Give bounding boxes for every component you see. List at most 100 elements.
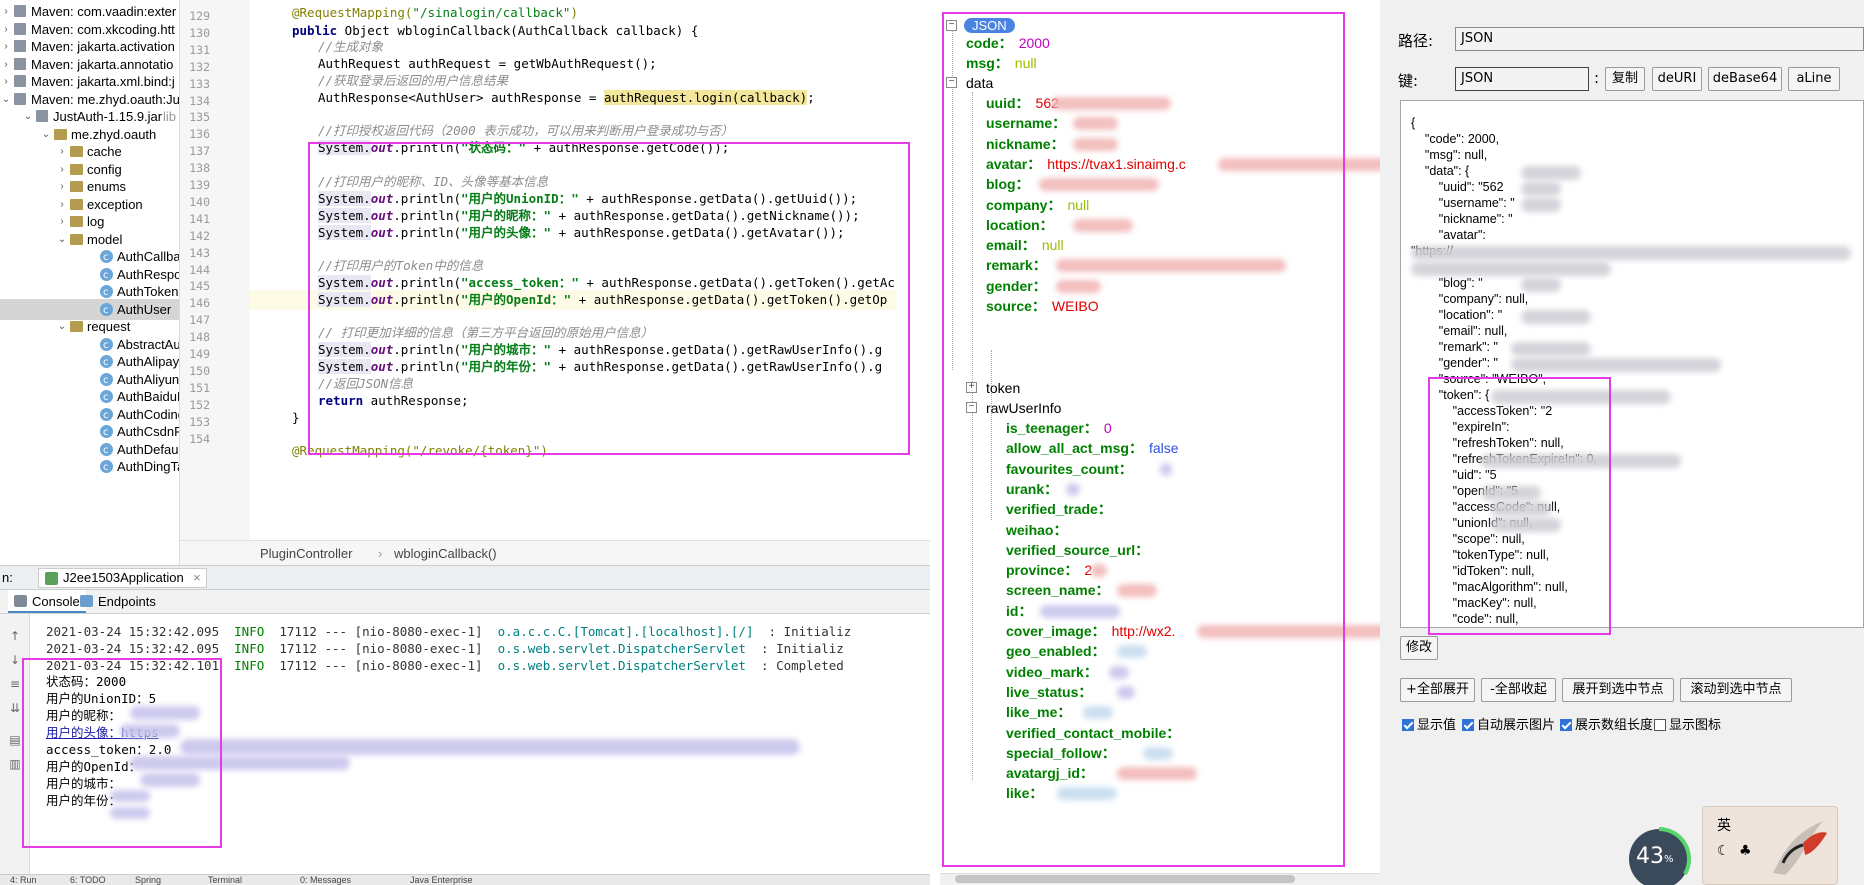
library-icon [14,40,26,52]
json-text-line: "data": { [1411,164,1470,178]
array-length-label: 展示数组长度 [1575,718,1654,733]
copy-button[interactable]: 复制 [1605,67,1645,91]
show-value-checkbox[interactable]: 显示值 [1402,717,1456,735]
log-cat: o.a.c.c.C.[Tomcat].[localhost].[/] [497,624,754,639]
debase64-button[interactable]: deBase64 [1708,67,1782,91]
bottom-toolwindow-bar: 4: Run 6: TODO Spring Terminal 0: Messag… [0,874,930,885]
collapse-all-button[interactable]: -全部收起 [1481,678,1556,702]
breadcrumb: PluginController › wbloginCallback() [180,540,930,565]
auto-image-checkbox[interactable]: 自动展示图片 [1462,717,1555,735]
log-cat: o.s.web.servlet.DispatcherServlet [497,641,746,656]
modify-button[interactable]: 修改 [1400,636,1438,660]
checkbox-checked [1402,719,1414,731]
code-line: } [292,410,300,425]
breadcrumb-class[interactable]: PluginController [260,541,353,566]
tool-run[interactable]: 4: Run [10,875,37,885]
tool-java-enterprise[interactable]: Java Enterprise [410,875,473,885]
key-colon: : [1594,69,1600,87]
console-icon [14,595,27,607]
package-icon [70,233,83,245]
scroll-end-icon[interactable]: ⇊ [9,702,21,714]
trash-icon[interactable]: ▥ [9,758,21,770]
json-tree-scroll-thumb[interactable] [955,875,1295,883]
json-text-line: "avatar": [1411,228,1486,242]
run-toolbar: n: J2ee1503Application × [0,565,930,590]
json-text-line: "gender": " [1411,356,1498,370]
show-value-label: 显示值 [1417,718,1457,733]
arrow-down-icon[interactable]: ↓ [9,654,21,666]
print-icon[interactable]: ▤ [9,734,21,746]
ime-widget[interactable]: 英 ☾ ♣ [1702,806,1838,885]
highlight-box-console [22,658,222,848]
log-lvl: INFO [234,658,265,673]
tool-todo[interactable]: 6: TODO [70,875,106,885]
tool-messages[interactable]: 0: Messages [300,875,351,885]
tab-endpoints[interactable]: Endpoints [74,590,162,613]
close-icon[interactable]: × [193,569,201,587]
run-config-tab[interactable]: J2ee1503Application × [38,568,207,588]
run-config-label: J2ee1503Application [63,570,184,585]
tree-item[interactable]: AuthDingTa [0,456,179,478]
class-icon [100,352,113,373]
json-text-line: { [1411,116,1416,130]
tool-terminal[interactable]: Terminal [208,875,242,885]
scroll-to-selected-button[interactable]: 滚动到选中节点 [1680,678,1792,702]
json-text-line: "email": null, [1411,324,1508,338]
package-icon [70,163,83,175]
redaction-blur [1521,166,1581,180]
library-icon [14,75,26,87]
run-label: n: [2,570,13,585]
log-msg: : Initializ [761,641,844,656]
package-icon [70,321,83,332]
ide-window: › Maven: com.vaadin:exter › Maven: com.xkco… [0,0,930,885]
log-cat: o.s.web.servlet.DispatcherServlet [497,658,746,673]
arrow-up-icon[interactable]: ↑ [9,630,21,642]
json-text-line: "remark": " [1411,340,1498,354]
package-icon [70,146,83,157]
log-pid: 17112 --- [nio-8080-exec-1] [279,641,483,656]
redaction-blur [1511,358,1721,372]
class-icon [100,422,113,443]
expand-all-button[interactable]: +全部展开 [1400,678,1475,702]
log-msg: : Completed [761,658,844,673]
show-icon-checkbox[interactable]: 显示图标 [1654,717,1721,735]
library-icon [14,92,26,105]
checkbox-checked [1560,719,1572,731]
library-icon [36,110,48,122]
key-field[interactable]: JSON [1455,67,1589,91]
json-text-line: "nickname": " [1411,212,1513,226]
class-icon [100,405,113,426]
soft-wrap-icon[interactable]: ≡ [9,678,21,690]
redaction-blur [1521,198,1561,212]
class-icon [100,300,113,321]
key-label: 键: [1398,72,1419,90]
deuri-button[interactable]: deURI [1652,67,1702,91]
tool-spring[interactable]: Spring [135,875,161,885]
class-icon [100,440,113,461]
json-text-line: "company": null, [1411,292,1529,306]
class-icon [100,387,113,408]
class-icon [100,335,113,356]
code-line: AuthResponse<AuthUser> authResponse = au… [318,90,815,105]
json-text-line: "uuid": "562 [1411,180,1504,194]
shirt-icon: ♣ [1739,843,1752,859]
redaction-blur [1411,246,1851,260]
class-icon [100,457,113,478]
highlight-box-code [308,142,910,455]
array-length-checkbox[interactable]: 展示数组长度 [1560,717,1653,735]
performance-widget[interactable]: 43 % [1624,824,1694,885]
log-pid: 17112 --- [nio-8080-exec-1] [279,658,483,673]
redaction-blur [1521,278,1561,292]
breadcrumb-method[interactable]: wbloginCallback() [394,541,497,566]
library-icon [14,22,26,35]
json-text-line: "username": " [1411,196,1515,210]
path-field[interactable]: JSON [1455,27,1864,51]
project-tree: › Maven: com.vaadin:exter › Maven: com.xkco… [0,0,180,565]
log-lvl: INFO [234,624,265,639]
expand-to-selected-button[interactable]: 展开到选中节点 [1562,678,1674,702]
endpoints-icon [80,595,93,607]
aline-button[interactable]: aLine [1788,67,1840,91]
class-icon [100,247,113,268]
percent-sign: % [1664,854,1674,865]
library-icon [14,57,26,70]
